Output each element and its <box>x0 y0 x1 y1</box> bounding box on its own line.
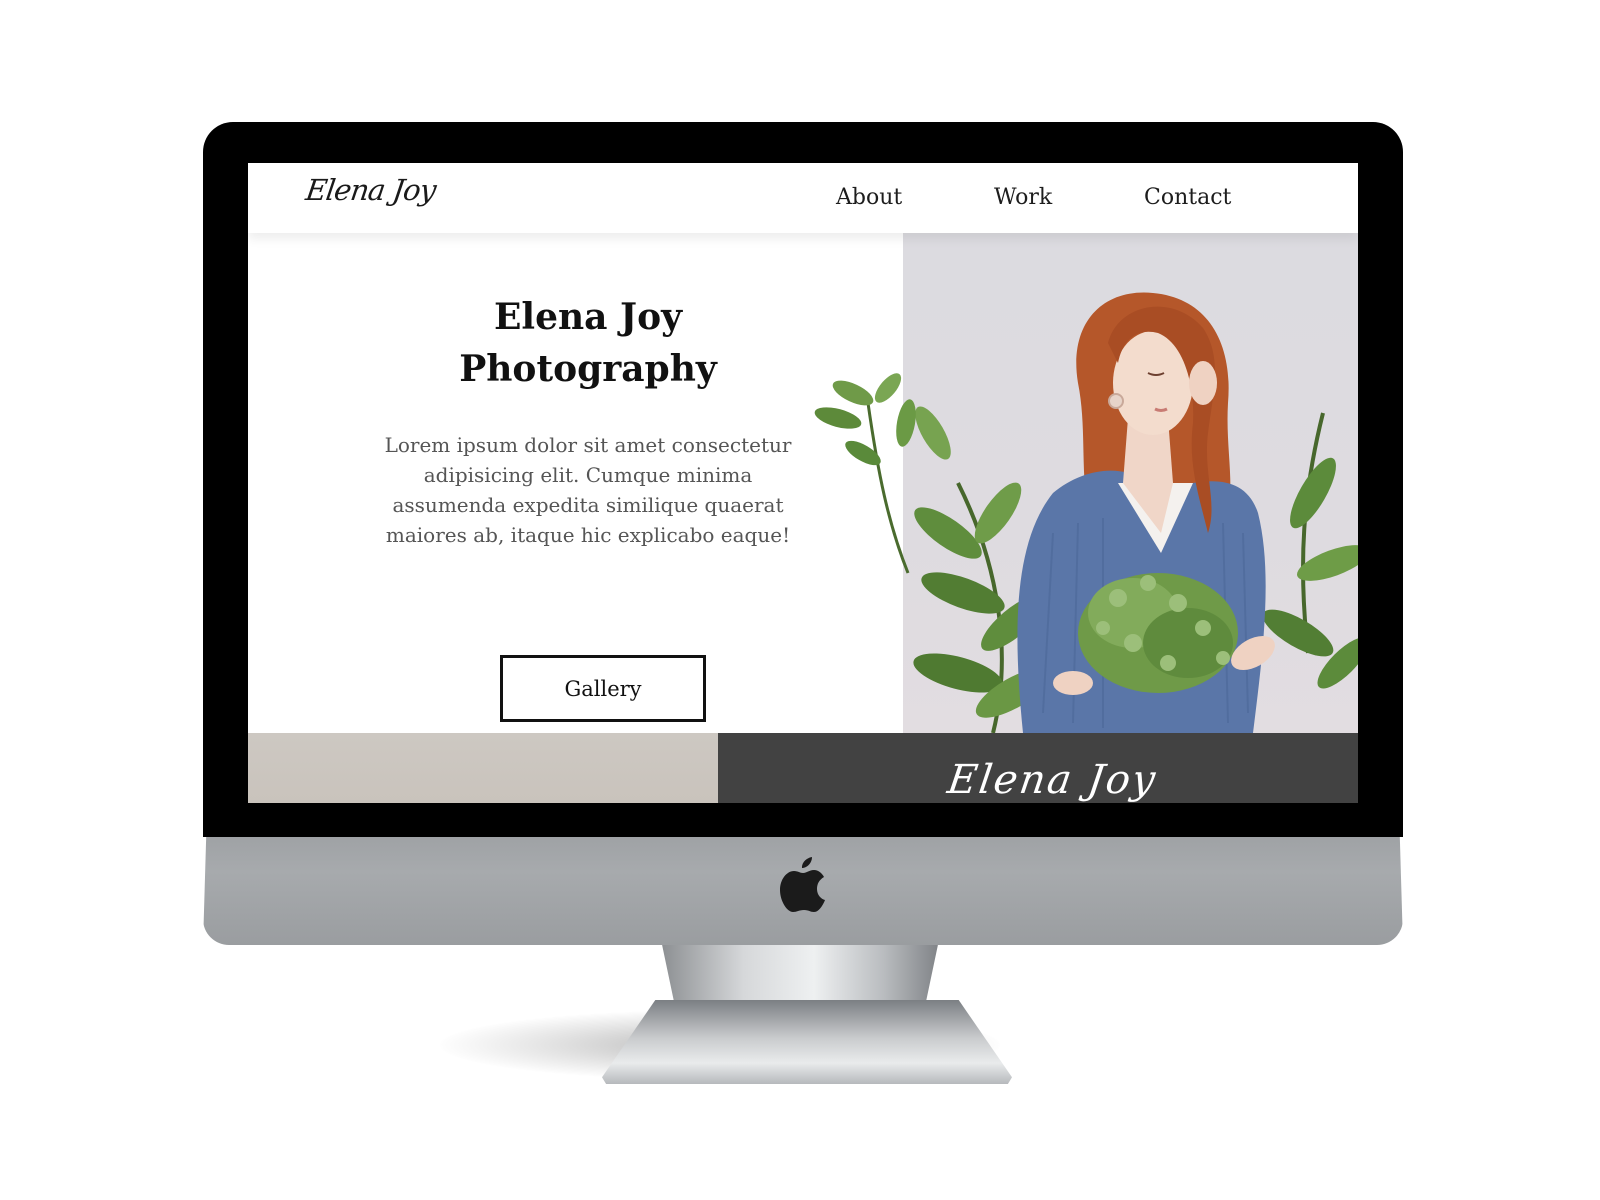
nav-link-work[interactable]: Work <box>994 185 1052 210</box>
apple-logo-icon <box>780 857 825 912</box>
leaf-decoration <box>814 373 916 574</box>
hero-photo <box>903 233 1358 733</box>
hero-description: Lorem ipsum dolor sit amet consectetur a… <box>384 433 792 547</box>
hero-title: Elena Joy Photography <box>388 291 788 395</box>
footer-banner: Elena Joy <box>718 733 1358 803</box>
nav-link-about[interactable]: About <box>836 185 902 210</box>
nav-link-contact[interactable]: Contact <box>1144 185 1231 210</box>
website-screen: Elena Joy About Work Contact Elena Joy P… <box>248 163 1358 803</box>
wall-texture-strip <box>248 733 718 803</box>
navbar: Elena Joy About Work Contact <box>248 163 1358 233</box>
hero-title-line2: Photography <box>459 348 717 390</box>
monitor-stand-foot <box>602 1000 1012 1084</box>
footer-logo: Elena Joy <box>944 757 1160 803</box>
gallery-button[interactable]: Gallery <box>500 655 706 722</box>
hero-title-line1: Elena Joy <box>493 296 682 338</box>
site-logo[interactable]: Elena Joy <box>304 173 438 207</box>
